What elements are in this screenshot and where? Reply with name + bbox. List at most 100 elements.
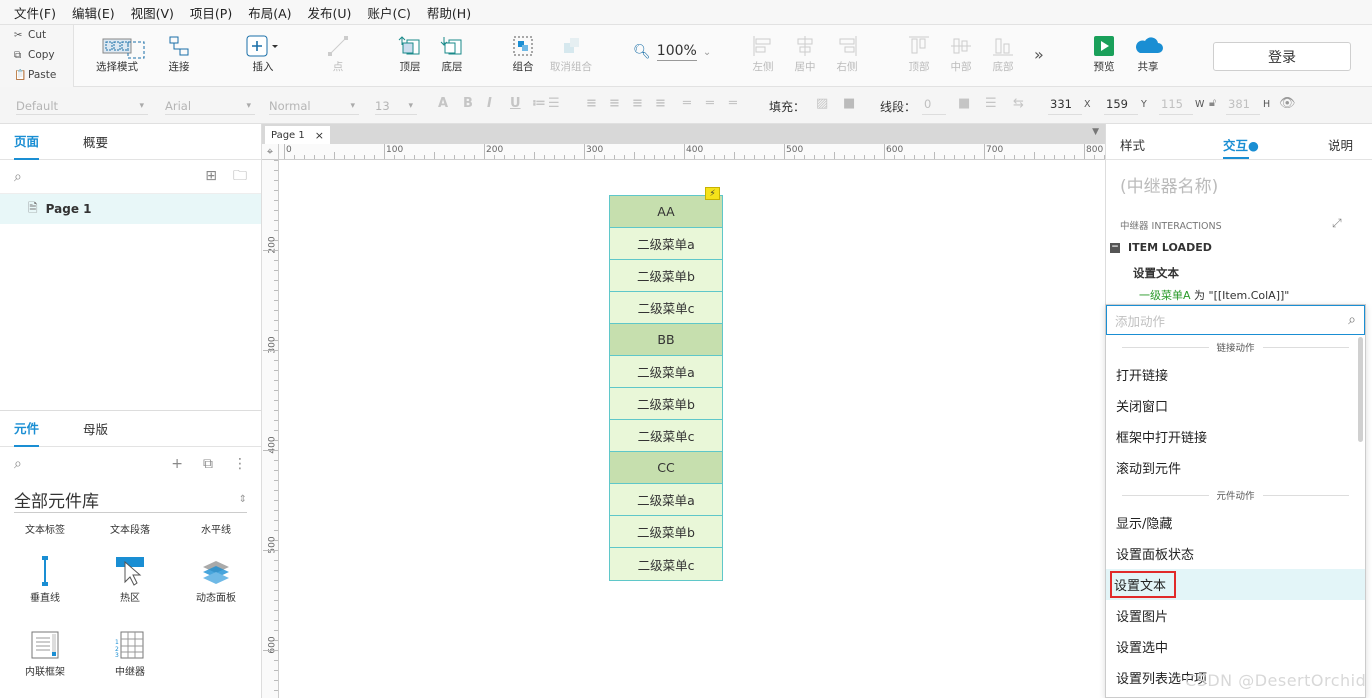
valign-middle-icon[interactable]: ═: [706, 96, 714, 111]
repeater-level2-cell[interactable]: 二级菜单b: [610, 516, 722, 548]
tab-outline[interactable]: 概要: [83, 124, 108, 160]
x-input[interactable]: 331: [1048, 97, 1082, 115]
zoom-control[interactable]: 🔍︎ 100% ⌄: [633, 43, 711, 61]
tab-notes[interactable]: 说明: [1328, 135, 1353, 154]
paste-button[interactable]: 📋 Paste: [0, 65, 73, 85]
align-right-button[interactable]: 右侧: [836, 33, 858, 74]
repeater-level2-cell[interactable]: 二级菜单c: [610, 292, 722, 324]
align-text-right-icon[interactable]: ≡: [632, 96, 643, 111]
tab-style[interactable]: 样式: [1120, 135, 1145, 154]
more-vertical-icon[interactable]: ⋮: [233, 456, 247, 472]
repeater-level2-cell[interactable]: 二级菜单a: [610, 228, 722, 260]
tab-pages[interactable]: 页面: [14, 124, 40, 160]
action-option[interactable]: 显示/隐藏: [1106, 507, 1365, 538]
line-color-icon[interactable]: ■: [958, 96, 970, 111]
ruler-origin-icon[interactable]: ⌖: [262, 144, 279, 160]
action-option[interactable]: 设置面板状态: [1106, 538, 1365, 569]
align-left-button[interactable]: 左侧: [752, 33, 774, 74]
visibility-eye-icon[interactable]: 👁︎: [1279, 96, 1296, 111]
event-item-loaded[interactable]: − ITEM LOADED: [1110, 241, 1212, 254]
valign-bottom-icon[interactable]: ═: [729, 96, 737, 111]
font-color-icon[interactable]: A: [438, 96, 448, 111]
menu-account[interactable]: 账户(C): [367, 3, 410, 22]
expand-interactions-icon[interactable]: ⤢: [1332, 216, 1342, 231]
align-middle-button[interactable]: 中部: [950, 33, 972, 74]
line-style-icon[interactable]: ☰: [985, 96, 997, 111]
widget-repeater[interactable]: 1 2 3 中继器: [87, 627, 173, 678]
align-text-justify-icon[interactable]: ≡: [655, 96, 666, 111]
repeater-level1-cell[interactable]: BB: [610, 324, 722, 356]
send-to-back-button[interactable]: 底层: [440, 33, 464, 74]
widget-horizontal-line[interactable]: 水平线: [173, 521, 259, 536]
more-tools-icon[interactable]: »: [1034, 45, 1044, 64]
cut-button[interactable]: ✂ Cut: [0, 25, 73, 45]
tab-widgets[interactable]: 元件: [14, 411, 40, 447]
widget-inline-frame[interactable]: 内联框架: [2, 627, 88, 678]
line-width-input[interactable]: 0: [922, 97, 946, 115]
widget-dynamic-panel[interactable]: 动态面板: [173, 553, 259, 604]
repeater-level2-cell[interactable]: 二级菜单c: [610, 548, 722, 580]
action-option[interactable]: 设置文本: [1106, 569, 1365, 600]
width-input[interactable]: 115: [1159, 97, 1193, 115]
widget-vertical-line[interactable]: 垂直线: [2, 553, 88, 604]
folder-icon[interactable]: 🗀: [233, 168, 247, 184]
connect-button[interactable]: 连接: [168, 33, 190, 74]
valign-top-icon[interactable]: ═: [683, 96, 691, 111]
library-icon[interactable]: ⧉: [203, 456, 213, 472]
menu-edit[interactable]: 编辑(E): [72, 3, 115, 22]
menu-help[interactable]: 帮助(H): [427, 3, 471, 22]
group-button[interactable]: 组合: [512, 33, 534, 74]
close-icon[interactable]: ×: [315, 129, 324, 142]
zoom-value[interactable]: 100%: [656, 43, 697, 61]
bring-to-front-button[interactable]: 顶层: [398, 33, 422, 74]
repeater-widget[interactable]: AA 二级菜单a 二级菜单b 二级菜单c BB 二级菜单a 二级菜单b 二级菜单c CC 二级菜单…: [609, 195, 723, 581]
action-option[interactable]: 打开链接: [1106, 359, 1365, 390]
italic-icon[interactable]: I: [487, 96, 492, 111]
widget-hotspot[interactable]: 热区: [87, 553, 173, 604]
underline-icon[interactable]: U: [510, 96, 521, 111]
add-page-icon[interactable]: ⊞: [205, 168, 217, 184]
repeater-level2-cell[interactable]: 二级菜单a: [610, 484, 722, 516]
tab-menu-chevron-icon[interactable]: ▼: [1092, 127, 1099, 137]
align-bottom-button[interactable]: 底部: [992, 33, 1014, 74]
widget-text-label[interactable]: 文本标签: [2, 521, 88, 536]
library-select[interactable]: 全部元件库 ⇕: [14, 487, 247, 513]
bold-icon[interactable]: B: [463, 96, 473, 111]
copy-button[interactable]: ⧉ Copy: [0, 45, 73, 65]
dropdown-scrollbar[interactable]: [1358, 337, 1363, 442]
action-option[interactable]: 设置图片: [1106, 600, 1365, 631]
search-icon[interactable]: ⌕: [14, 456, 22, 472]
action-set-text[interactable]: 设置文本: [1133, 265, 1179, 281]
preview-button[interactable]: 预览: [1093, 33, 1115, 74]
widget-text-paragraph[interactable]: 文本段落: [87, 521, 173, 536]
point-button[interactable]: 点: [327, 33, 349, 74]
repeater-level1-cell[interactable]: CC: [610, 452, 722, 484]
search-icon[interactable]: ⌕: [14, 169, 22, 185]
widget-name-field[interactable]: (中继器名称): [1120, 172, 1218, 197]
menu-project[interactable]: 项目(P): [190, 3, 232, 22]
tab-masters[interactable]: 母版: [83, 411, 108, 447]
repeater-level2-cell[interactable]: 二级菜单b: [610, 260, 722, 292]
font-size-select[interactable]: 13: [375, 97, 417, 115]
tab-interactions[interactable]: 交互●: [1223, 135, 1259, 154]
align-center-button[interactable]: 居中: [794, 33, 816, 74]
repeater-level2-cell[interactable]: 二级菜单b: [610, 388, 722, 420]
lock-icon[interactable]: 🔓︎: [1209, 96, 1216, 110]
collapse-icon[interactable]: −: [1110, 242, 1120, 253]
menu-view[interactable]: 视图(V): [131, 3, 174, 22]
repeater-level2-cell[interactable]: 二级菜单a: [610, 356, 722, 388]
add-action-search[interactable]: 添加动作 ⌕: [1106, 305, 1365, 335]
page-item[interactable]: 🗎 Page 1: [0, 194, 261, 224]
login-button[interactable]: 登录: [1213, 42, 1351, 71]
share-button[interactable]: 共享: [1132, 33, 1164, 74]
font-select[interactable]: Arial: [165, 97, 255, 115]
align-text-left-icon[interactable]: ≡: [586, 96, 597, 111]
menu-publish[interactable]: 发布(U): [308, 3, 352, 22]
insert-button[interactable]: 插入: [246, 33, 280, 74]
bullet-list-icon[interactable]: ☰: [548, 96, 560, 111]
menu-file[interactable]: 文件(F): [14, 3, 56, 22]
tab-page-1[interactable]: Page 1 ×: [265, 126, 330, 144]
action-option[interactable]: 设置选中: [1106, 631, 1365, 662]
align-top-button[interactable]: 顶部: [908, 33, 930, 74]
shadow-icon[interactable]: ■: [843, 96, 855, 111]
